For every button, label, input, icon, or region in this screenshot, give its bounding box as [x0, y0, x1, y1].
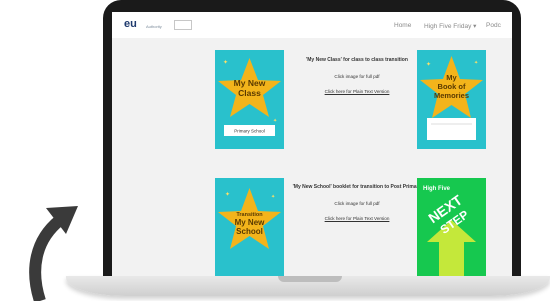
site-logo-subtitle: Authority — [146, 24, 162, 29]
item-1-click-hint: Click image for full pdf — [334, 74, 380, 79]
next-step-cover[interactable]: High Five NEXT STEP — [417, 178, 486, 276]
svg-text:✦: ✦ — [426, 61, 431, 68]
svg-text:✦: ✦ — [271, 194, 275, 200]
svg-text:✦: ✦ — [474, 60, 478, 66]
site-header: eu Authority Home High Five Friday ▾ Pod… — [112, 12, 512, 38]
curved-arrow-icon — [29, 206, 78, 301]
cover-title-line-2: Book of — [438, 82, 466, 91]
cover-title-line-1: My New — [234, 78, 266, 88]
cover-title-line-3: School — [236, 227, 263, 236]
nav-home[interactable]: Home — [394, 22, 411, 29]
laptop-notch — [278, 276, 342, 282]
svg-text:✦: ✦ — [225, 191, 230, 198]
cover-title-line-2: Class — [238, 88, 261, 98]
item-1-title: 'My New Class' for class to class transi… — [306, 57, 408, 63]
cover-label: Primary School — [234, 129, 265, 134]
nav-high-five-friday[interactable]: High Five Friday ▾ — [424, 22, 476, 30]
svg-text:✦: ✦ — [273, 118, 277, 124]
laptop-screen: eu Authority Home High Five Friday ▾ Pod… — [112, 12, 512, 276]
cover-title-line-3: Memories — [434, 91, 469, 100]
cover-title-line-1: My — [446, 73, 457, 82]
item-2-details: 'My New School' booklet for transition t… — [292, 183, 422, 221]
my-new-class-cover[interactable]: My New Class Primary School ✦ ✦ — [215, 50, 284, 149]
my-new-school-cover[interactable]: Transition My New School ✦ ✦ — [215, 178, 284, 276]
book-of-memories-cover[interactable]: My Book of Memories ✦ ✦ — [417, 50, 486, 149]
item-2-title: 'My New School' booklet for transition t… — [292, 184, 422, 190]
nav-podcasts[interactable]: Podc — [486, 22, 501, 29]
item-1-details: 'My New Class' for class to class transi… — [292, 56, 422, 94]
brand-label: High Five — [423, 186, 451, 192]
svg-text:✦: ✦ — [223, 59, 228, 66]
partner-logo — [174, 20, 192, 30]
item-2-plain-text-link[interactable]: Click here for Plain Text Version — [292, 216, 422, 221]
item-2-click-hint: Click image for full pdf — [334, 201, 380, 206]
content-area: My New Class Primary School ✦ ✦ 'My New … — [112, 38, 512, 276]
item-1-plain-text-link[interactable]: Click here for Plain Text Version — [292, 89, 422, 94]
cover-title-line-2: My New — [235, 218, 266, 227]
site-logo[interactable]: eu — [124, 18, 137, 30]
